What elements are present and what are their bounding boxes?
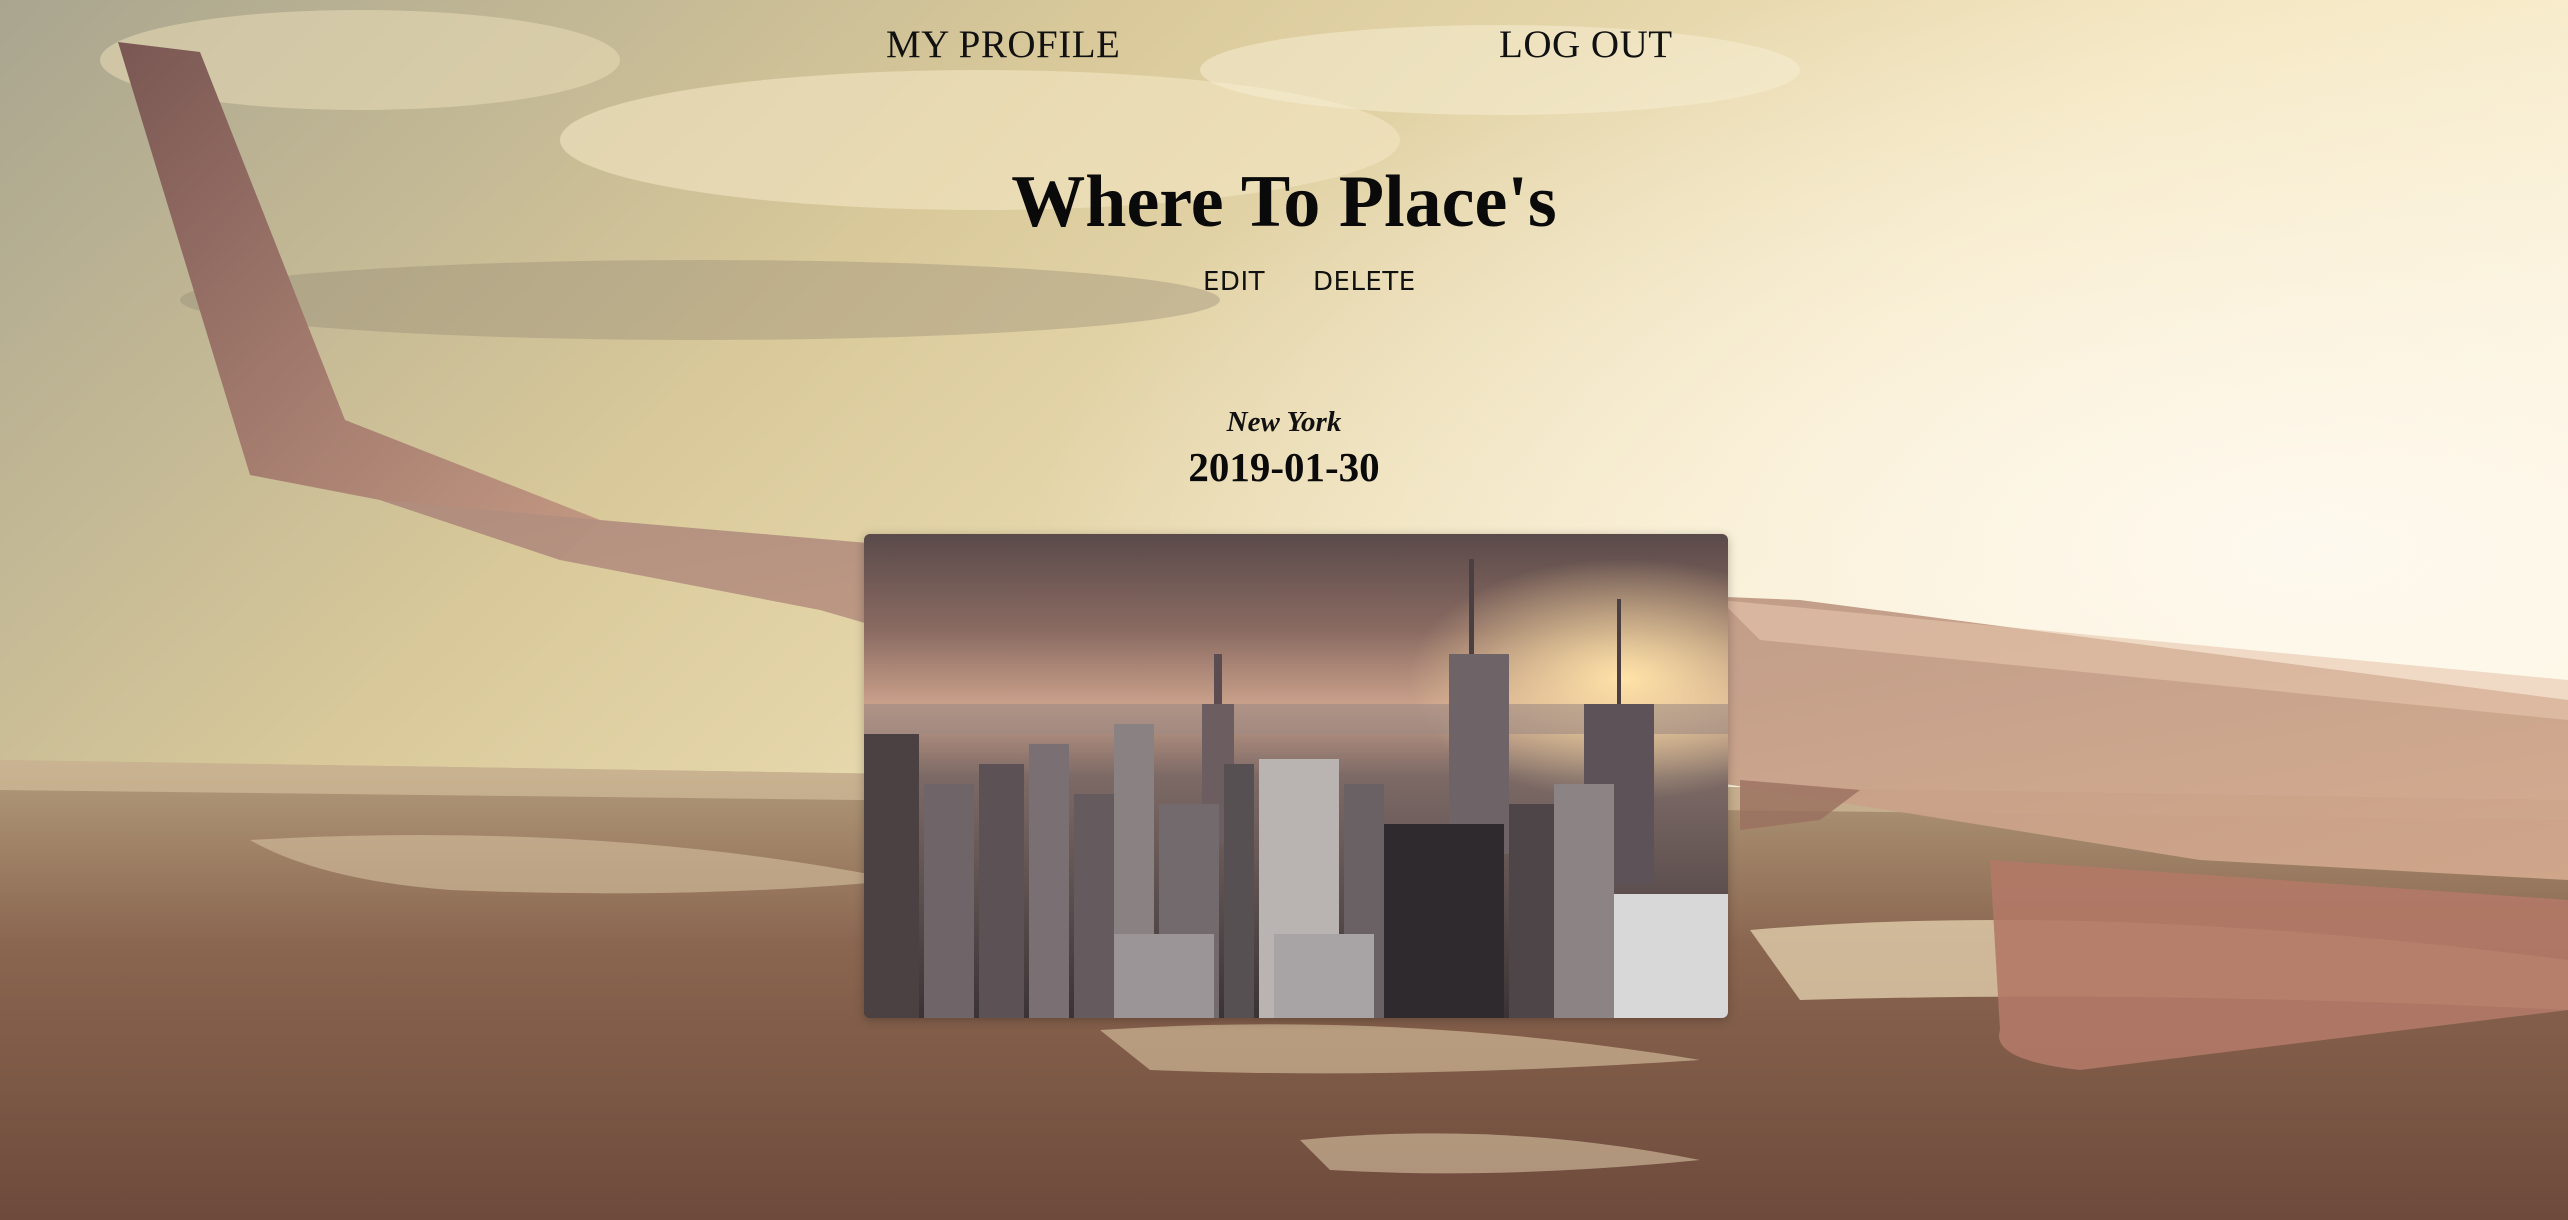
place-photo	[864, 534, 1728, 1018]
edit-button[interactable]: EDIT	[1203, 267, 1265, 297]
page-title: Where To Place's	[1011, 161, 1557, 243]
place-location: New York	[1226, 406, 1342, 438]
nav-log-out-link[interactable]: LOG OUT	[1499, 22, 1673, 67]
place-date: 2019-01-30	[1188, 444, 1380, 490]
delete-button[interactable]: DELETE	[1313, 267, 1416, 297]
nav-my-profile-link[interactable]: MY PROFILE	[886, 22, 1120, 67]
